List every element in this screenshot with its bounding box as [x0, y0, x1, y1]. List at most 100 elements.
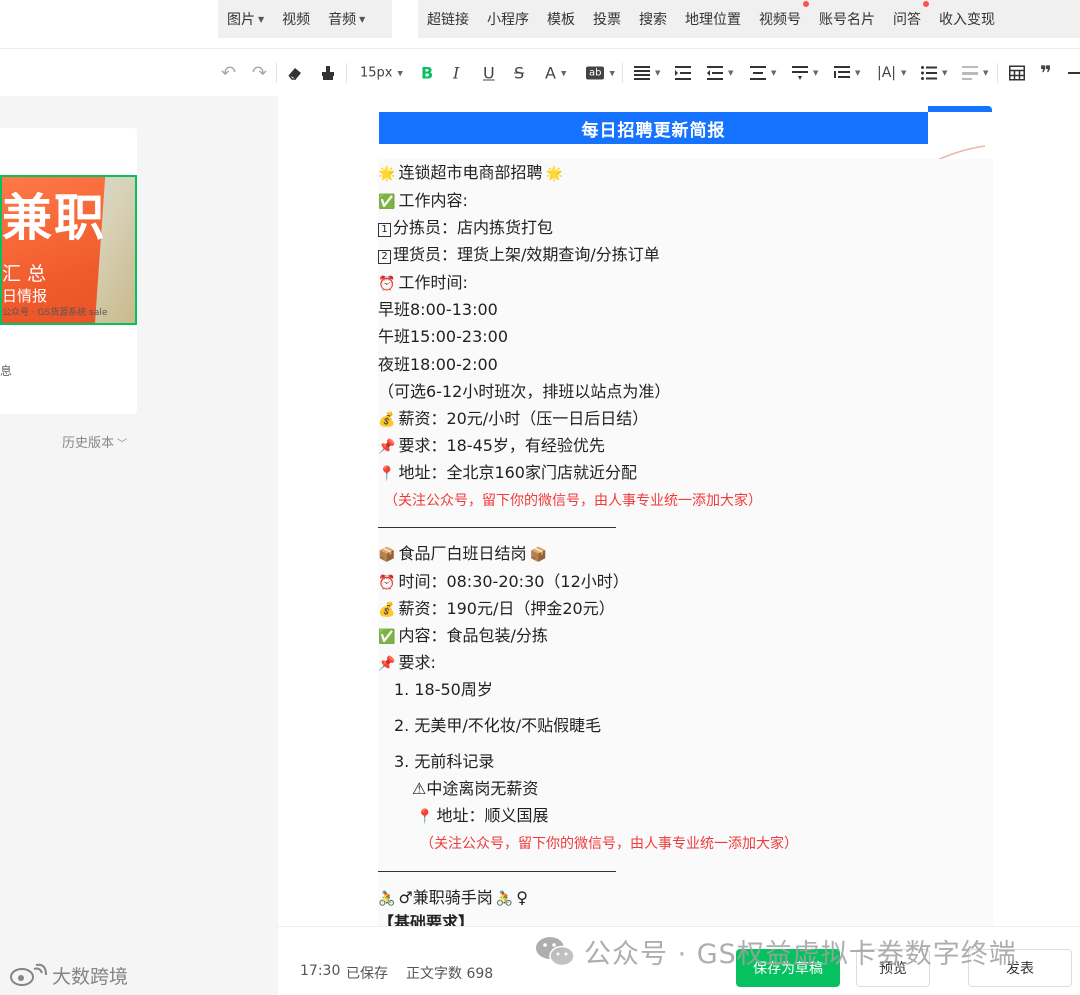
strikethrough-button[interactable]: S	[514, 64, 524, 83]
cover-thumbnail[interactable]: 兼职 汇总 日情报 公众号 · GS货源系统 sale	[0, 175, 137, 325]
job-item-1: 1 分拣员：店内拣货打包	[378, 218, 553, 238]
list-icon[interactable]: ▼	[921, 66, 947, 80]
address-line-2: 📍 地址：顺义国展	[416, 806, 548, 827]
menu-item-image[interactable]: 图片 ▼	[218, 9, 273, 29]
menu-item-hyperlink[interactable]: 超链接	[418, 9, 478, 29]
menu-item-audio[interactable]: 音频 ▼	[319, 9, 374, 29]
requirement-line: 📌 要求：18-45岁，有经验优先	[378, 436, 605, 457]
section1-title: 🌟 连锁超市电商部招聘 🌟	[378, 163, 566, 184]
quote-icon[interactable]: ❞	[1040, 61, 1052, 85]
section2-title: 📦 食品厂白班日结岗 📦	[378, 544, 550, 565]
align-icon[interactable]: ▼	[634, 66, 660, 80]
cyclist-icon: 🚴	[378, 891, 396, 907]
paragraph-spacing-icon[interactable]: ▼	[792, 66, 818, 80]
format-painter-icon[interactable]	[320, 64, 336, 82]
package-icon: 📦	[529, 547, 547, 563]
alarm-clock-icon: ⏰	[378, 575, 396, 591]
clear-format-icon[interactable]	[286, 64, 304, 82]
sun-icon: 🌟	[545, 166, 563, 182]
package-icon: 📦	[378, 547, 396, 563]
req-label-text: 要求:	[398, 653, 436, 672]
job-item-1-text: 分拣员：店内拣货打包	[393, 218, 554, 237]
history-versions-link[interactable]: 历史版本 ﹀	[62, 432, 127, 451]
menu-item-template[interactable]: 模板	[538, 9, 584, 29]
menu-item-miniprogram[interactable]: 小程序	[478, 9, 538, 29]
notification-dot	[923, 1, 929, 7]
check-icon: ✅	[378, 194, 396, 210]
req-label-line: 📌 要求:	[378, 653, 436, 674]
number-one-icon: 1	[378, 223, 391, 237]
work-time-label-text: 工作时间:	[398, 273, 468, 292]
paragraph-spacing-after-icon[interactable]: ▼	[834, 66, 860, 80]
content-label: ✅ 工作内容:	[378, 191, 468, 212]
outdent-icon[interactable]: ▼	[707, 66, 733, 80]
section2-title-text: 食品厂白班日结岗	[398, 544, 527, 563]
caret-down-icon: ▼	[258, 15, 265, 24]
underline-button[interactable]: U	[483, 64, 495, 83]
letter-spacing-label: |A|	[877, 65, 897, 81]
section3-title-text: ♂兼职骑手岗	[398, 888, 493, 907]
money-bag-icon: 💰	[378, 412, 396, 428]
background-color-button[interactable]: ab ▼	[586, 66, 615, 80]
pushpin-icon: 📌	[378, 439, 396, 455]
warning-icon: ⚠	[412, 779, 427, 798]
warning-line: ⚠中途离岗无薪资	[412, 779, 538, 799]
notification-dot	[803, 1, 809, 7]
bottom-action-bar: 17:30 已保存 正文字数 698 保存为草稿 预览 发表	[278, 926, 1080, 995]
toolbar-divider	[622, 63, 623, 83]
female-sign: ♀	[516, 888, 528, 907]
font-color-button[interactable]: A ▼	[545, 64, 566, 83]
redo-icon[interactable]: ↷	[252, 63, 267, 84]
bold-button[interactable]: B	[421, 64, 433, 83]
number-two-icon: 2	[378, 250, 391, 264]
chevron-down-icon: ﹀	[117, 439, 128, 450]
section3-title: 🚴 ♂兼职骑手岗 🚴 ♀	[378, 888, 528, 909]
menu-item-monetize[interactable]: 收入变现	[930, 9, 1004, 29]
menu-item-label: 视频	[282, 12, 311, 28]
article-banner: 每日招聘更新简报	[379, 106, 992, 165]
section-divider	[378, 527, 616, 528]
menu-item-location[interactable]: 地理位置	[676, 9, 750, 29]
work-time-label: ⏰ 工作时间:	[378, 273, 468, 294]
caret-down-icon: ▼	[609, 69, 615, 77]
caret-down-icon: ▼	[771, 69, 777, 77]
menu-item-video[interactable]: 视频	[273, 9, 319, 29]
check-icon: ✅	[378, 629, 396, 645]
letter-spacing-button[interactable]: |A| ▼	[877, 65, 906, 81]
banner-tab	[928, 106, 992, 112]
publish-button[interactable]: 发表	[968, 949, 1072, 987]
cover-source: 公众号 · GS货源系统 sale	[2, 308, 108, 318]
menu-item-search[interactable]: 搜索	[630, 9, 676, 29]
caret-down-icon: ▼	[560, 69, 567, 77]
menu-item-vote[interactable]: 投票	[584, 9, 630, 29]
save-draft-button[interactable]: 保存为草稿	[736, 949, 840, 987]
toolbar-divider	[276, 63, 277, 83]
menu-item-account-card[interactable]: 账号名片	[810, 9, 884, 29]
menu-item-qa[interactable]: 问答	[884, 1, 930, 29]
menu-item-label: 音频	[328, 12, 357, 28]
shift-note: （可选6-12小时班次，排班以站点为准）	[378, 382, 671, 401]
cover-subtitle: 汇总	[2, 263, 53, 285]
menu-item-channels[interactable]: 视频号	[750, 1, 810, 29]
insert-more-group: 超链接 小程序 模板 投票 搜索 地理位置 视频号 账号名片 问答 收入变现	[418, 0, 1080, 38]
editor-canvas[interactable]: 每日招聘更新简报 🌟 连锁超市电商部招聘 🌟 ✅ 工作内容: 1 分拣员：店内拣货打包 …	[278, 96, 1080, 926]
divider-insert-icon[interactable]: ▼	[962, 66, 988, 80]
preview-button[interactable]: 预览	[856, 949, 930, 987]
sun-icon: 🌟	[378, 166, 396, 182]
article-body[interactable]: 🌟 连锁超市电商部招聘 🌟 ✅ 工作内容: 1 分拣员：店内拣货打包 2 理货员：理货上架…	[378, 159, 993, 926]
horizontal-rule-icon[interactable]	[1068, 71, 1080, 75]
font-size-select[interactable]: 15px ▼	[360, 66, 403, 81]
table-icon[interactable]	[1009, 65, 1025, 81]
cover-card[interactable]: 兼职 汇总 日情报 公众号 · GS货源系统 sale 息	[0, 128, 137, 414]
requirement-text: 要求：18-45岁，有经验优先	[398, 436, 605, 455]
caret-down-icon: ▼	[983, 69, 989, 77]
location-pin-icon: 📍	[378, 466, 396, 482]
indent-icon[interactable]	[675, 66, 691, 80]
salary-text: 薪资：20元/小时（压一日后日结）	[398, 409, 649, 428]
undo-icon[interactable]: ↶	[221, 63, 236, 84]
caret-down-icon: ▼	[942, 69, 948, 77]
watermark-left: 大数跨境	[8, 960, 128, 990]
location-pin-icon: 📍	[416, 809, 434, 825]
line-height-icon[interactable]: ▼	[750, 66, 776, 80]
italic-button[interactable]: I	[453, 64, 459, 83]
